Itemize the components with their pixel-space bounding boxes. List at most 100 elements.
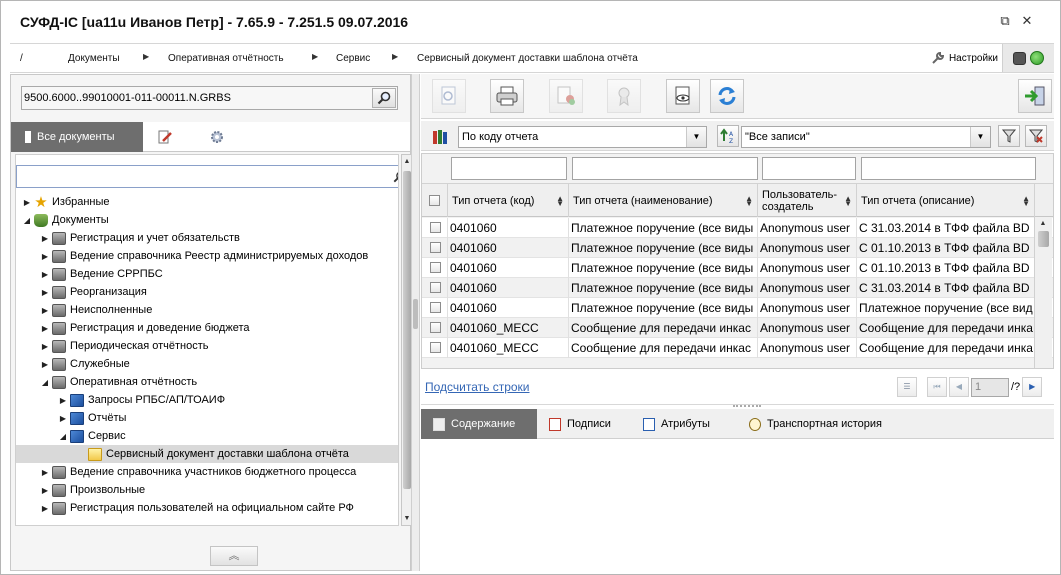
row-checkbox[interactable] xyxy=(422,298,448,318)
row-checkbox[interactable] xyxy=(422,338,448,358)
expand-arrow-icon[interactable]: ▶ xyxy=(38,288,52,297)
tree-item[interactable]: ▶ Периодическая отчётность xyxy=(16,337,398,355)
breadcrumb-item-current[interactable]: Сервисный документ доставки шаблона отчё… xyxy=(417,53,638,64)
records-filter-select[interactable]: "Все записи" ▼ xyxy=(741,126,991,148)
collapse-arrow-icon[interactable]: ◢ xyxy=(56,432,70,441)
count-rows-link[interactable]: Подсчитать строки xyxy=(425,380,530,394)
page-number-input[interactable]: 1 xyxy=(971,377,1009,397)
grid-vertical-scrollbar[interactable]: ▲ ▼ xyxy=(1034,217,1052,368)
view-document-button[interactable] xyxy=(432,79,466,113)
scroll-thumb[interactable] xyxy=(1038,231,1049,247)
verify-signature-button[interactable] xyxy=(607,79,641,113)
close-icon[interactable]: ✕ xyxy=(1019,13,1035,29)
tree-item[interactable]: ▶ Реорганизация xyxy=(16,283,398,301)
expand-arrow-icon[interactable]: ▶ xyxy=(56,396,70,405)
expand-arrow-icon[interactable]: ▶ xyxy=(20,198,34,207)
tree-item[interactable]: ▶ Произвольные xyxy=(16,481,398,499)
expand-arrow-icon[interactable]: ▶ xyxy=(38,270,52,279)
table-row[interactable]: 0401060 Платежное поручение (все виды Anon… xyxy=(422,218,1053,238)
tree-search-button[interactable] xyxy=(391,166,398,187)
first-page-button[interactable]: ⏮ xyxy=(927,377,947,397)
breadcrumb-root[interactable]: / xyxy=(20,53,23,64)
expand-arrow-icon[interactable]: ▶ xyxy=(38,324,52,333)
expand-arrow-icon[interactable]: ▶ xyxy=(56,414,70,423)
tree-item[interactable]: ▶ Служебные xyxy=(16,355,398,373)
clear-filter-button[interactable] xyxy=(1025,125,1047,147)
table-row[interactable]: 0401060 Платежное поручение (все виды Anon… xyxy=(422,278,1053,298)
tree-search-input[interactable] xyxy=(16,165,398,188)
scroll-up-icon[interactable]: ▲ xyxy=(1038,217,1048,230)
expand-arrow-icon[interactable]: ▶ xyxy=(38,360,52,369)
path-field[interactable]: 9500.6000..99010001-011-00011.N.GRBS xyxy=(21,86,398,110)
select-all-checkbox[interactable] xyxy=(422,184,448,217)
filter-button[interactable] xyxy=(998,125,1020,147)
row-checkbox[interactable] xyxy=(422,258,448,278)
tree-item[interactable]: Сервисный документ доставки шаблона отчё… xyxy=(16,445,398,463)
table-row[interactable]: 0401060_MECC Сообщение для передачи инкас… xyxy=(422,338,1053,358)
table-row[interactable]: 0401060 Платежное поручение (все виды Anon… xyxy=(422,298,1053,318)
splitter-grip[interactable] xyxy=(413,299,418,329)
breadcrumb-item-service[interactable]: Сервис xyxy=(336,53,370,64)
filter-input-description[interactable] xyxy=(861,157,1036,180)
breadcrumb-item-documents[interactable]: Документы xyxy=(68,53,120,64)
tree-item[interactable]: ▶ ★ Избранные xyxy=(16,193,398,211)
edit-document-icon[interactable] xyxy=(157,129,173,145)
filter-input-user[interactable] xyxy=(762,157,856,180)
expand-arrow-icon[interactable]: ▶ xyxy=(38,234,52,243)
tree-item[interactable]: ▶ Запросы РПБС/АП/ТОАИФ xyxy=(16,391,398,409)
tab-attributes[interactable]: Атрибуты xyxy=(631,409,737,439)
tree-item[interactable]: ▶ Регистрация пользователей на официально… xyxy=(16,499,398,517)
filter-input-name[interactable] xyxy=(572,157,758,180)
expand-arrow-icon[interactable]: ▶ xyxy=(38,468,52,477)
refresh-status-icon[interactable] xyxy=(1030,51,1044,65)
tree-item[interactable]: ▶ Ведение справочника участников бюджетно… xyxy=(16,463,398,481)
print-button[interactable] xyxy=(490,79,524,113)
tree-item[interactable]: ▶ Ведение СРРПБС xyxy=(16,265,398,283)
path-search-button[interactable] xyxy=(372,88,396,108)
settings-button[interactable]: Настройки xyxy=(931,51,998,65)
tab-signatures[interactable]: Подписи xyxy=(537,409,631,439)
refresh-button[interactable] xyxy=(710,79,744,113)
tree-item[interactable]: ▶ Отчёты xyxy=(16,409,398,427)
collapse-arrow-icon[interactable]: ◢ xyxy=(20,216,34,225)
exit-button[interactable] xyxy=(1018,79,1052,113)
tree-item[interactable]: ▶ Регистрация и учет обязательств xyxy=(16,229,398,247)
column-header-description[interactable]: Тип отчета (описание) ▲ ▼ xyxy=(857,184,1035,217)
row-checkbox[interactable] xyxy=(422,318,448,338)
tree-item[interactable]: ▶ Регистрация и доведение бюджета xyxy=(16,319,398,337)
toggle-icon[interactable] xyxy=(1013,51,1026,65)
tab-transport-history[interactable]: Транспортная история xyxy=(737,409,897,439)
row-checkbox[interactable] xyxy=(422,238,448,258)
sign-button[interactable] xyxy=(549,79,583,113)
prev-page-button[interactable]: ◀ xyxy=(949,377,969,397)
expand-arrow-icon[interactable]: ▶ xyxy=(38,504,52,513)
tree-item[interactable]: ◢ Документы xyxy=(16,211,398,229)
row-checkbox[interactable] xyxy=(422,278,448,298)
tree-item[interactable]: ▶ Неисполненные xyxy=(16,301,398,319)
row-checkbox[interactable] xyxy=(422,218,448,238)
expand-arrow-icon[interactable]: ▶ xyxy=(38,306,52,315)
tree-item[interactable]: ▶ Ведение справочника Реестр администриру… xyxy=(16,247,398,265)
sort-direction-button[interactable]: A Z xyxy=(717,125,739,147)
next-page-button[interactable]: ▶ xyxy=(1022,377,1043,397)
expand-arrow-icon[interactable]: ▶ xyxy=(38,486,52,495)
filter-input-code[interactable] xyxy=(451,157,567,180)
panel-splitter[interactable] xyxy=(411,74,420,571)
table-row[interactable]: 0401060 Платежное поручение (все виды Anon… xyxy=(422,238,1053,258)
tab-content[interactable]: Содержание xyxy=(421,409,537,439)
expand-arrow-icon[interactable]: ▶ xyxy=(38,342,52,351)
gear-icon[interactable] xyxy=(209,129,225,145)
column-header-name[interactable]: Тип отчета (наименование) ▲ ▼ xyxy=(569,184,758,217)
column-header-user[interactable]: Пользователь-создатель ▲ ▼ xyxy=(758,184,857,217)
collapse-arrow-icon[interactable]: ◢ xyxy=(38,378,52,387)
expand-arrow-icon[interactable]: ▶ xyxy=(38,252,52,261)
collapse-panel-button[interactable]: ︽ xyxy=(210,546,258,566)
tree-item[interactable]: ◢ Оперативная отчётность xyxy=(16,373,398,391)
table-row[interactable]: 0401060_MECC Сообщение для передачи инкас… xyxy=(422,318,1053,338)
preview-button[interactable] xyxy=(666,79,700,113)
table-row[interactable]: 0401060 Платежное поручение (все виды Anon… xyxy=(422,258,1053,278)
restore-icon[interactable]: ⧉ xyxy=(997,13,1013,29)
grid-settings-button[interactable]: ☰ xyxy=(897,377,917,397)
horizontal-splitter[interactable] xyxy=(421,404,1054,408)
breadcrumb-item-operative[interactable]: Оперативная отчётность xyxy=(168,53,284,64)
